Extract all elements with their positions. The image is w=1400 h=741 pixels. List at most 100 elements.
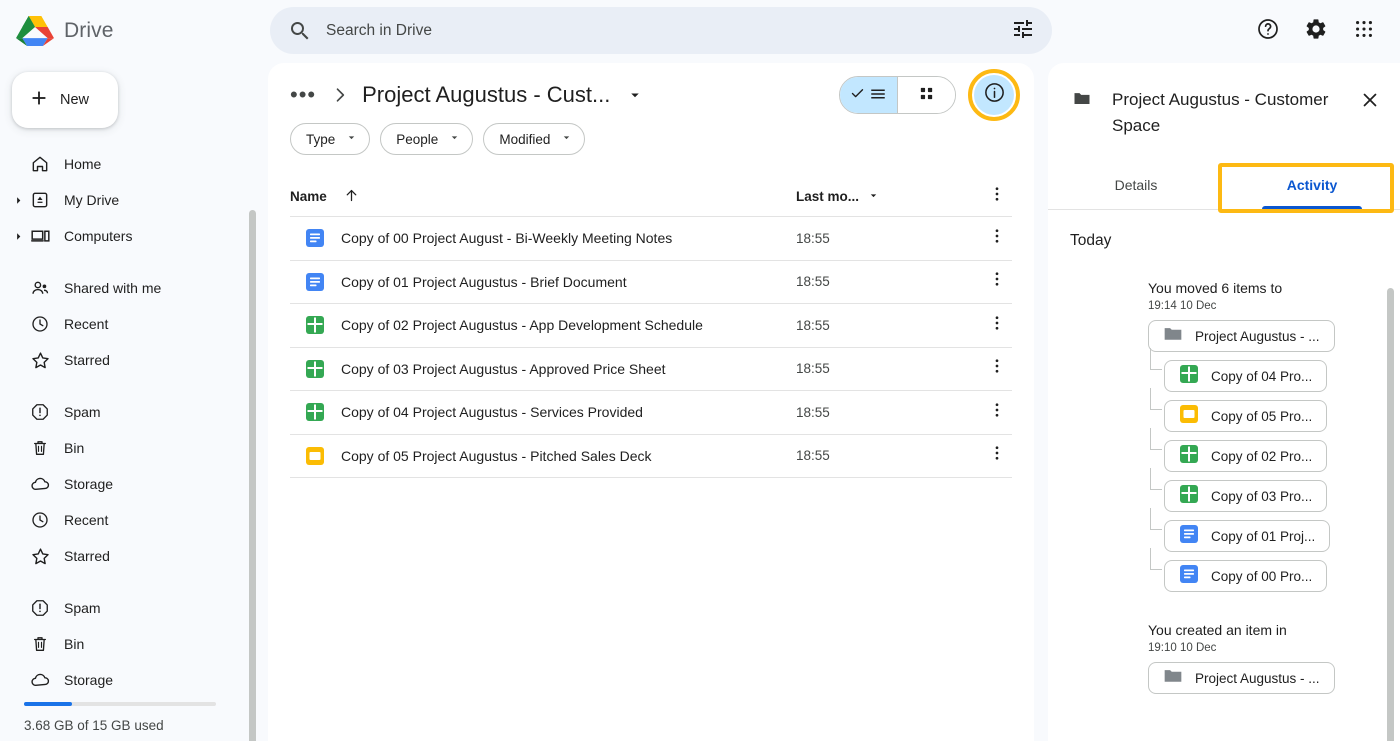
sidebar-item-spam[interactable]: Spam — [0, 394, 258, 430]
column-name[interactable]: Name — [290, 187, 796, 207]
activity-child-chip-line: Copy of 04 Pro... — [1148, 352, 1390, 392]
row-options-button[interactable] — [982, 357, 1012, 380]
activity-parent-chip[interactable]: Project Augustus - ... — [1148, 662, 1335, 694]
chevron-right-icon[interactable] — [10, 231, 26, 242]
sidebar-item-recent[interactable]: Recent — [0, 502, 258, 538]
sidebar-item-starred[interactable]: Starred — [0, 538, 258, 574]
sidebar-item-label: Home — [64, 156, 101, 172]
kebab-menu-icon — [988, 444, 1006, 467]
title-dropdown-icon[interactable] — [626, 86, 644, 104]
sidebar-item-home[interactable]: Home — [0, 146, 258, 182]
filter-chip-type[interactable]: Type — [290, 123, 370, 155]
folder-icon — [1070, 89, 1094, 114]
sidebar-item-my-drive[interactable]: My Drive — [0, 182, 258, 218]
column-modified[interactable]: Last mo... — [796, 189, 982, 205]
activity-chip-label: Project Augustus - ... — [1195, 671, 1320, 686]
list-options-button[interactable] — [982, 185, 1012, 208]
sidebar-item-computers[interactable]: Computers — [0, 218, 258, 254]
row-options-button[interactable] — [982, 227, 1012, 250]
spam-icon — [26, 598, 54, 618]
filter-chip-modified[interactable]: Modified — [483, 123, 585, 155]
brand[interactable]: Drive — [0, 14, 258, 48]
sidebar-item-label: Shared with me — [64, 280, 161, 296]
filter-chip-people[interactable]: People — [380, 123, 473, 155]
tab-label: Activity — [1287, 177, 1338, 193]
activity-child-chip[interactable]: Copy of 02 Pro... — [1164, 440, 1327, 472]
google-apps-button[interactable] — [1342, 8, 1386, 52]
activity-child-chip[interactable]: Copy of 01 Proj... — [1164, 520, 1330, 552]
arrow-up-icon — [343, 187, 360, 207]
sidebar-item-storage[interactable]: Storage — [0, 466, 258, 502]
activity-child-chip[interactable]: Copy of 05 Pro... — [1164, 400, 1327, 432]
tree-elbow-connector — [1150, 548, 1162, 570]
tab-details[interactable]: Details — [1048, 161, 1224, 209]
sidebar-item-storage[interactable]: Storage — [0, 662, 258, 698]
sidebar-item-spam[interactable]: Spam — [0, 590, 258, 626]
sidebar-item-bin[interactable]: Bin — [0, 430, 258, 466]
details-tabs: Details Activity — [1048, 161, 1400, 210]
list-view-icon — [869, 85, 887, 106]
file-name-cell: Copy of 00 Project August - Bi-Weekly Me… — [290, 228, 796, 248]
row-options-button[interactable] — [982, 401, 1012, 424]
nav-group-gap — [0, 378, 258, 394]
search-input[interactable] — [326, 22, 1000, 40]
list-view-button[interactable] — [840, 77, 897, 113]
activity-parent-chip[interactable]: Project Augustus - ... — [1148, 320, 1335, 352]
grid-view-button[interactable] — [898, 77, 955, 113]
sidebar-scrollbar[interactable] — [249, 210, 256, 741]
filter-chip-label: Modified — [499, 132, 550, 147]
activity-child-chip[interactable]: Copy of 04 Pro... — [1164, 360, 1327, 392]
drive-app: Drive — [0, 0, 1400, 741]
kebab-menu-icon — [988, 185, 1006, 208]
row-options-button[interactable] — [982, 270, 1012, 293]
details-panel: Project Augustus - Customer Space Detail… — [1048, 63, 1400, 741]
table-row[interactable]: Copy of 00 Project August - Bi-Weekly Me… — [290, 217, 1012, 261]
row-options-button[interactable] — [982, 444, 1012, 467]
filter-chips: Type People Modified — [268, 123, 1034, 155]
file-name: Copy of 00 Project August - Bi-Weekly Me… — [341, 230, 672, 246]
sidebar-item-recent[interactable]: Recent — [0, 306, 258, 342]
activity-title: You moved 6 items to — [1148, 280, 1390, 296]
activity-chip-label: Copy of 04 Pro... — [1211, 369, 1312, 384]
search-options-button[interactable] — [1000, 8, 1046, 54]
file-name: Copy of 05 Project Augustus - Pitched Sa… — [341, 448, 652, 464]
slides-file-icon — [1179, 404, 1199, 429]
file-modified: 18:55 — [796, 318, 982, 333]
search-bar[interactable] — [270, 7, 1052, 54]
info-button[interactable] — [974, 75, 1014, 115]
table-row[interactable]: Copy of 03 Project Augustus - Approved P… — [290, 348, 1012, 392]
activity-child-chip-line: Copy of 02 Pro... — [1148, 432, 1390, 472]
sheets-file-icon — [305, 402, 325, 422]
docs-file-icon — [305, 272, 325, 292]
activity-chip-label: Copy of 01 Proj... — [1211, 529, 1315, 544]
file-name-cell: Copy of 02 Project Augustus - App Develo… — [290, 315, 796, 335]
tree-elbow-connector — [1150, 388, 1162, 410]
tab-activity[interactable]: Activity — [1224, 161, 1400, 209]
activity-chip-label: Project Augustus - ... — [1195, 329, 1320, 344]
sidebar-item-starred[interactable]: Starred — [0, 342, 258, 378]
close-details-button[interactable] — [1356, 87, 1384, 115]
apps-grid-icon — [1353, 18, 1375, 43]
sidebar-item-label: Computers — [64, 228, 132, 244]
spam-icon — [26, 402, 54, 422]
details-header: Project Augustus - Customer Space — [1048, 63, 1400, 139]
row-options-button[interactable] — [982, 314, 1012, 337]
activity-child-chip[interactable]: Copy of 00 Pro... — [1164, 560, 1327, 592]
activity-entries: You moved 6 items to19:14 10 DecProject … — [1070, 280, 1390, 694]
activity-entry: You moved 6 items to19:14 10 DecProject … — [1070, 280, 1390, 592]
details-scrollbar[interactable] — [1387, 288, 1394, 741]
table-row[interactable]: Copy of 05 Project Augustus - Pitched Sa… — [290, 435, 1012, 479]
table-row[interactable]: Copy of 01 Project Augustus - Brief Docu… — [290, 261, 1012, 305]
computers-icon — [26, 226, 54, 247]
sidebar-item-shared-with-me[interactable]: Shared with me — [0, 270, 258, 306]
help-button[interactable] — [1246, 8, 1290, 52]
sidebar-item-bin[interactable]: Bin — [0, 626, 258, 662]
caret-down-icon — [867, 189, 880, 205]
table-row[interactable]: Copy of 02 Project Augustus - App Develo… — [290, 304, 1012, 348]
activity-child-chip[interactable]: Copy of 03 Pro... — [1164, 480, 1327, 512]
chevron-right-icon[interactable] — [10, 195, 26, 206]
table-row[interactable]: Copy of 04 Project Augustus - Services P… — [290, 391, 1012, 435]
settings-button[interactable] — [1294, 8, 1338, 52]
new-button[interactable]: New — [12, 72, 118, 128]
breadcrumb-overflow[interactable]: ••• — [290, 88, 316, 101]
